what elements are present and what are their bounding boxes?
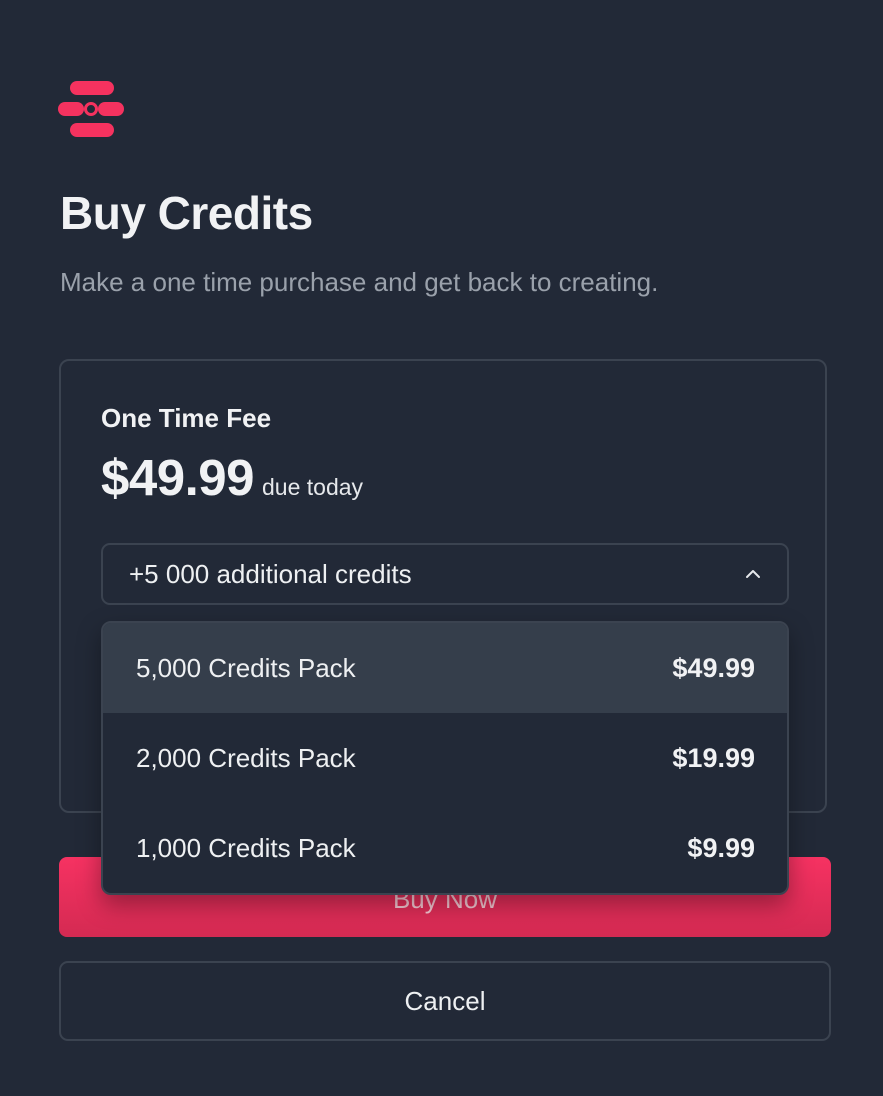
option-name: 2,000 Credits Pack — [136, 742, 356, 773]
credits-select[interactable]: +5 000 additional credits — [101, 543, 789, 605]
price-suffix: due today — [262, 474, 364, 500]
credits-select-value: +5 000 additional credits — [129, 558, 412, 589]
chevron-up-icon — [746, 570, 760, 578]
option-price: $49.99 — [672, 652, 755, 683]
option-price: $9.99 — [687, 832, 755, 863]
option-name: 1,000 Credits Pack — [136, 832, 356, 863]
plan-label: One Time Fee — [101, 403, 272, 433]
option-price: $19.99 — [672, 742, 755, 773]
credits-dropdown-menu: 5,000 Credits Pack $49.99 2,000 Credits … — [101, 621, 789, 895]
credits-option-5000[interactable]: 5,000 Credits Pack $49.99 — [103, 623, 787, 713]
credits-option-2000[interactable]: 2,000 Credits Pack $19.99 — [103, 713, 787, 803]
cancel-button[interactable]: Cancel — [59, 961, 831, 1041]
credits-option-1000[interactable]: 1,000 Credits Pack $9.99 — [103, 803, 787, 893]
plan-price: $49.99 — [101, 449, 255, 506]
brand-logo-icon — [58, 81, 124, 137]
price-row: $49.99 due today — [101, 446, 363, 510]
page-title: Buy Credits — [60, 187, 313, 239]
page-subtitle: Make a one time purchase and get back to… — [60, 267, 659, 297]
option-name: 5,000 Credits Pack — [136, 652, 356, 683]
